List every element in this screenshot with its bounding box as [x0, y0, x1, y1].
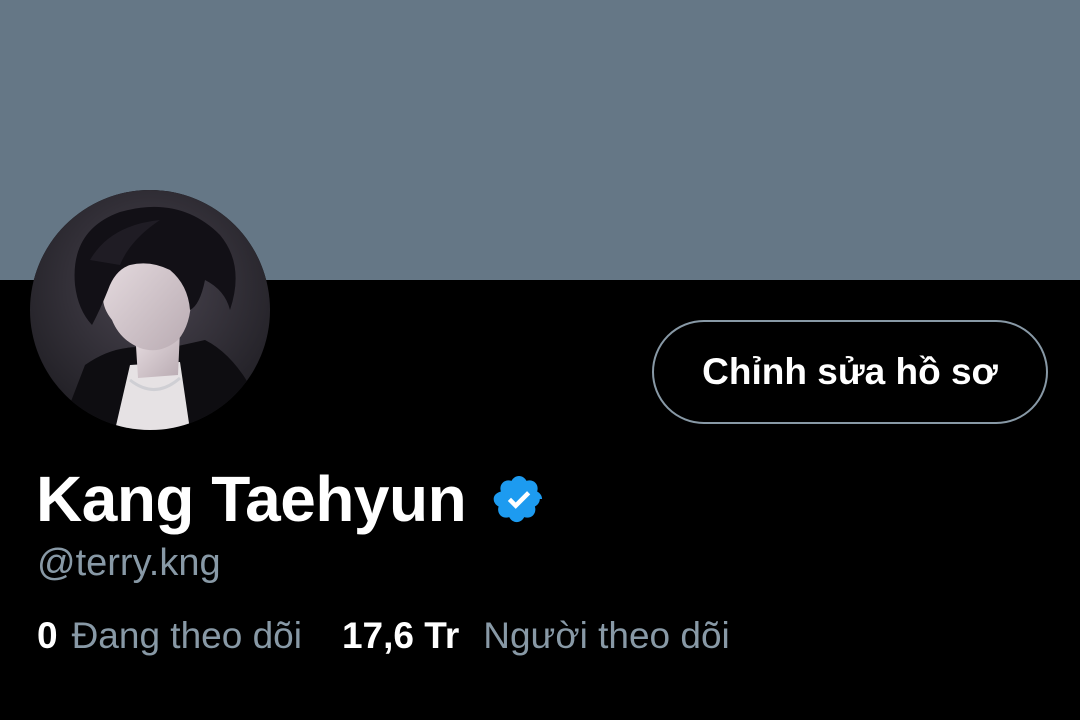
profile-avatar[interactable] — [30, 190, 270, 430]
display-name: Kang Taehyun — [36, 463, 467, 535]
edit-profile-button[interactable]: Chỉnh sửa hồ sơ — [652, 320, 1048, 424]
verified-badge-icon[interactable] — [492, 472, 546, 526]
following-label: Đang theo dõi — [71, 615, 302, 656]
follow-stats: 0 Đang theo dõi 17,6 Tr Người theo dõi — [37, 612, 730, 660]
profile-handle: @terry.kng — [37, 542, 221, 584]
avatar-photo — [30, 190, 270, 430]
followers-stat[interactable]: 17,6 Tr Người theo dõi — [342, 612, 730, 660]
following-stat[interactable]: 0 Đang theo dõi — [37, 612, 302, 660]
profile-screen: Chỉnh sửa hồ sơ Kang Taehyun @terry.kng … — [0, 0, 1080, 720]
followers-count: 17,6 Tr — [341, 615, 460, 656]
followers-label: Người theo dõi — [483, 615, 730, 656]
name-row: Kang Taehyun — [36, 456, 546, 542]
following-count: 0 — [37, 615, 58, 656]
